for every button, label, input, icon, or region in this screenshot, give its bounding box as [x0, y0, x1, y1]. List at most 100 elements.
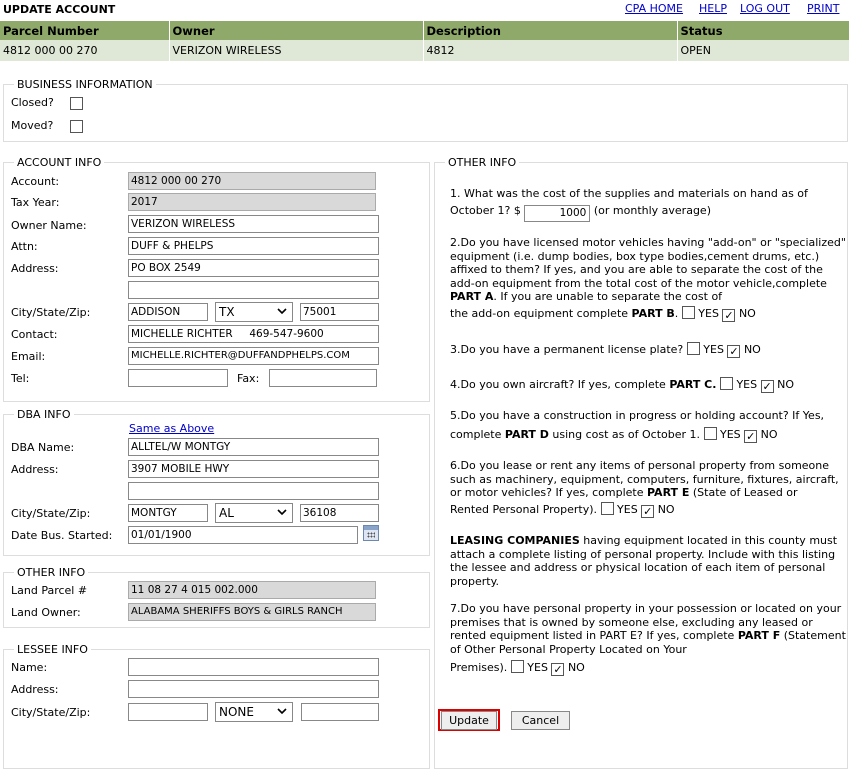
business-info-section: BUSINESS INFORMATION Closed? Moved? — [3, 78, 848, 142]
q4-yes-label: YES — [736, 378, 758, 391]
q4-yes-checkbox[interactable] — [719, 377, 733, 390]
dba-address-line1-input[interactable]: 3907 MOBILE HWY — [128, 460, 379, 478]
attn-input[interactable]: DUFF & PHELPS — [128, 237, 379, 255]
update-button[interactable]: Update — [441, 711, 497, 730]
q2-no-label: NO — [738, 307, 756, 320]
q6-no-checkbox[interactable]: ✓ — [641, 505, 655, 518]
question-2-part-b: PART B — [631, 307, 675, 320]
chevron-down-icon — [276, 305, 288, 321]
closed-label: Closed? — [11, 96, 54, 109]
q4-no-checkbox[interactable]: ✓ — [760, 380, 774, 393]
question-1-suffix: (or monthly average) — [593, 204, 711, 217]
lessee-state-select[interactable]: NONE — [215, 702, 293, 722]
city-input[interactable]: ADDISON — [128, 303, 208, 321]
state-select[interactable]: TX — [215, 302, 293, 322]
help-link[interactable]: HELP — [699, 2, 727, 15]
question-2-answer: the add-on equipment complete PART B. YE… — [450, 306, 756, 322]
print-link[interactable]: PRINT — [807, 2, 839, 15]
question-5-part-d: PART D — [504, 428, 549, 441]
parcel-table-header: Parcel Number Owner Description Status — [0, 21, 850, 40]
lessee-city-input[interactable] — [128, 703, 208, 721]
lessee-address-input[interactable] — [128, 680, 379, 698]
q2-no-checkbox[interactable]: ✓ — [722, 309, 736, 322]
land-info-legend: OTHER INFO — [14, 566, 89, 579]
email-input[interactable]: MICHELLE.RICHTER@DUFFANDPHELPS.COM — [128, 347, 379, 365]
owner-name-label: Owner Name: — [11, 219, 87, 232]
q3-yes-label: YES — [703, 343, 724, 356]
check-icon: ✓ — [762, 380, 772, 393]
dba-zip-input[interactable]: 36108 — [300, 504, 379, 522]
attn-label: Attn: — [11, 240, 38, 253]
q2-yes-label: YES — [698, 307, 719, 320]
lessee-name-input[interactable] — [128, 658, 379, 676]
check-icon: ✓ — [729, 345, 739, 358]
dba-city-input[interactable]: MONTGY — [128, 504, 208, 522]
q5-no-label: NO — [760, 428, 778, 441]
address-line1-input[interactable]: PO BOX 2549 — [128, 259, 379, 277]
cell-parcel-number: 4812 000 00 270 — [0, 40, 170, 61]
logout-link[interactable]: LOG OUT — [740, 2, 790, 15]
lessee-zip-input[interactable] — [301, 703, 379, 721]
fax-input[interactable] — [269, 369, 377, 387]
q5-yes-checkbox[interactable] — [703, 427, 717, 440]
header-status: Status — [677, 21, 850, 40]
leasing-companies-heading: LEASING COMPANIES — [450, 534, 580, 547]
state-select-value: TX — [219, 305, 235, 319]
date-started-label: Date Bus. Started: — [11, 529, 113, 542]
question-4-text: 4.Do you own aircraft? If yes, complete — [450, 378, 670, 391]
cell-description: 4812 — [423, 40, 678, 61]
cancel-button[interactable]: Cancel — [511, 711, 570, 730]
owner-name-input[interactable]: VERIZON WIRELESS — [128, 215, 379, 233]
lessee-info-section: LESSEE INFO Name: Address: City/State/Zi… — [3, 643, 430, 769]
dba-city-state-zip-label: City/State/Zip: — [11, 507, 91, 520]
closed-checkbox[interactable] — [70, 97, 83, 110]
date-started-input[interactable]: 01/01/1900 — [128, 526, 358, 544]
contact-label: Contact: — [11, 328, 58, 341]
q2-yes-checkbox[interactable] — [681, 306, 695, 319]
account-info-legend: ACCOUNT INFO — [14, 156, 105, 169]
tel-input[interactable] — [128, 369, 228, 387]
q3-no-checkbox[interactable]: ✓ — [727, 345, 741, 358]
dba-state-select[interactable]: AL — [215, 503, 293, 523]
q3-yes-checkbox[interactable] — [686, 342, 700, 355]
question-5-answer: complete PART D using cost as of October… — [450, 427, 778, 443]
question-5-text: 5.Do you have a construction in progress… — [450, 409, 825, 422]
q7-no-label: NO — [567, 661, 585, 674]
q7-no-checkbox[interactable]: ✓ — [551, 663, 565, 676]
question-5-line2: complete — [450, 428, 505, 441]
question-2-body: 2.Do you have licensed motor vehicles ha… — [450, 236, 846, 290]
contact-input[interactable]: MICHELLE RICHTER 469-547-9600 — [128, 325, 379, 343]
dba-name-input[interactable]: ALLTEL/W MONTGY — [128, 438, 379, 456]
moved-checkbox[interactable] — [70, 120, 83, 133]
address-line2-input[interactable] — [128, 281, 379, 299]
question-7-line-end: Premises). — [450, 661, 508, 674]
header-parcel-number: Parcel Number — [0, 21, 170, 40]
cpa-home-link[interactable]: CPA HOME — [625, 2, 683, 15]
same-as-above-link[interactable]: Same as Above — [129, 422, 214, 435]
lessee-state-select-value: NONE — [219, 705, 254, 719]
question-5-after: using cost as of October 1. — [548, 428, 701, 441]
land-parcel-field: 11 08 27 4 015 002.000 — [128, 581, 376, 599]
moved-label: Moved? — [11, 119, 54, 132]
q7-yes-checkbox[interactable] — [510, 660, 524, 673]
account-field: 4812 000 00 270 — [128, 172, 376, 190]
question-3: 3.Do you have a permanent license plate?… — [450, 342, 761, 358]
account-label: Account: — [11, 175, 60, 188]
q5-no-checkbox[interactable]: ✓ — [744, 430, 758, 443]
calendar-icon[interactable] — [363, 525, 379, 541]
supplies-cost-input[interactable]: 1000 — [524, 205, 591, 222]
tel-label: Tel: — [11, 372, 30, 385]
question-1-prefix: October 1? $ — [450, 204, 521, 217]
q4-no-label: NO — [777, 378, 794, 391]
dba-name-label: DBA Name: — [11, 441, 75, 454]
question-7-text: 7.Do you have personal property in your … — [450, 602, 846, 656]
q6-yes-checkbox[interactable] — [600, 502, 614, 515]
check-icon: ✓ — [746, 430, 756, 443]
dba-address-line2-input[interactable] — [128, 482, 379, 500]
lessee-address-label: Address: — [11, 683, 59, 696]
zip-input[interactable]: 75001 — [300, 303, 379, 321]
question-2-mid: . If you are unable to separate the cost… — [493, 290, 723, 303]
chevron-down-icon — [276, 506, 288, 522]
page-title: UPDATE ACCOUNT — [3, 3, 116, 16]
header-owner: Owner — [169, 21, 424, 40]
